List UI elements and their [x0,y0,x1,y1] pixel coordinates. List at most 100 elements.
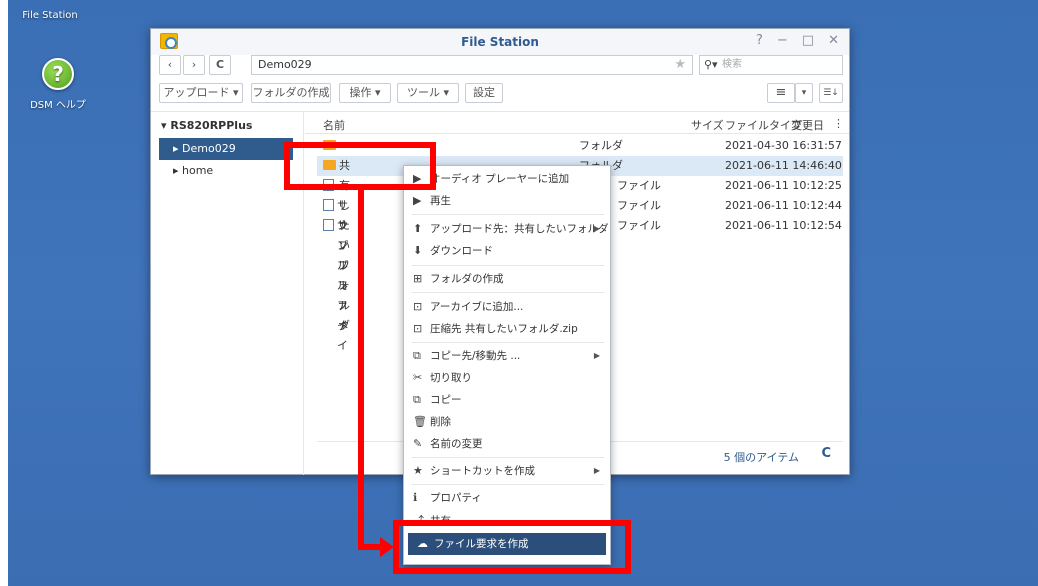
menu-label: オーディオ プレーヤーに追加 [430,173,570,185]
menu-item-delete[interactable]: 🗑 削除 [404,411,610,433]
annotation-box-folder [284,142,436,190]
scissors-icon: ✂ [413,371,423,384]
forward-button[interactable]: › [183,55,205,75]
menu-label: アーカイブに追加... [430,301,524,313]
search-icon[interactable]: ⚲▾ [704,56,718,74]
action-button[interactable]: 操作 ▾ [339,83,391,103]
row-modified: 2021-06-11 10:12:44 [725,199,842,212]
star-icon: ★ [413,464,423,477]
menu-item-copy[interactable]: ⧉ コピー [404,389,610,411]
window-controls: ? − □ ✕ [756,33,839,48]
menu-label: 再生 [430,195,451,207]
submenu-arrow-icon: ▶ [593,224,600,233]
folder-tree: ▾ RS820RPPlus ▸ Demo029 ▸ home [151,112,304,475]
menu-item-upload-to[interactable]: ⬆ アップロード先：共有したいフォルダ ▶ [404,218,610,240]
search-input[interactable]: ⚲▾ 検索 [699,55,843,75]
search-placeholder: 検索 [722,59,742,70]
menu-item-create-folder[interactable]: ⊞ フォルダの作成 [404,268,610,290]
menu-label: プロパティ [430,492,482,504]
menu-divider [412,484,604,485]
menu-label: ダウンロード [430,245,493,257]
menu-divider [412,265,604,266]
settings-button[interactable]: 設定 [465,83,503,103]
menu-item-play[interactable]: ▶ 再生 [404,190,610,212]
favorite-star-icon[interactable]: ★ [674,56,686,74]
list-header: 名前 サイズ ファイルタイプ 変更日 ⋮ [305,112,849,134]
menu-label: 名前の変更 [430,438,483,450]
file-station-shortcut-label: File Station [22,10,78,21]
column-name[interactable]: 名前 [323,117,345,133]
menu-item-properties[interactable]: ℹ プロパティ [404,487,610,509]
refresh-button[interactable]: C [209,55,231,75]
info-icon: ℹ [413,491,418,504]
path-field[interactable]: Demo029 ★ [251,55,693,75]
create-folder-button[interactable]: フォルダの作成 [251,83,331,103]
sort-button[interactable]: ☰↓ [819,83,843,103]
tree-root-server[interactable]: ▾ RS820RPPlus [161,119,252,132]
menu-label: コピー先/移動先 ... [430,350,521,362]
menu-label: アップロード先：共有したいフォルダ [430,223,609,235]
row-type: ファイル [617,199,661,212]
menu-label: 削除 [430,416,451,428]
annotation-arrow-icon [380,537,394,557]
help-button[interactable]: ? [756,33,763,48]
help-icon: ? [42,58,74,90]
copy-icon: ⧉ [413,393,421,406]
download-icon: ⬇ [413,244,423,257]
maximize-button[interactable]: □ [802,33,814,48]
minimize-button[interactable]: − [777,33,788,48]
trash-icon: 🗑 [413,415,427,428]
row-modified: 2021-06-11 10:12:25 [725,179,842,192]
archive-icon: ⊡ [413,300,423,313]
row-modified: 2021-06-11 10:12:54 [725,219,842,232]
row-type: ファイル [617,179,661,192]
upload-button[interactable]: アップロード ▾ [159,83,243,103]
tree-item-demo029[interactable]: ▸ Demo029 [159,138,293,160]
column-size[interactable]: サイズ [691,117,724,133]
menu-item-create-shortcut[interactable]: ★ ショートカットを作成 ▶ [404,460,610,482]
menu-item-copy-move-to[interactable]: ⧉ コピー先/移動先 ... ▶ [404,345,610,367]
menu-divider [412,457,604,458]
menu-label: 圧縮先 共有したいフォルダ.zip [430,323,578,335]
column-options[interactable]: ⋮ [833,117,844,130]
menu-label: コピー [430,394,462,406]
tree-item-home[interactable]: ▸ home [159,160,293,182]
navigation-bar: ‹ › C Demo029 ★ ⚲▾ 検索 [159,55,843,77]
pencil-icon: ✎ [413,437,423,450]
refresh-icon[interactable]: C [821,446,831,461]
context-menu: ▶ オーディオ プレーヤーに追加 ▶ 再生 ⬆ アップロード先：共有したいフォルダ ▶ … [403,165,611,565]
menu-item-add-to-archive[interactable]: ⊡ アーカイブに追加... [404,296,610,318]
window-titlebar[interactable]: File Station ? − □ ✕ [151,29,849,55]
menu-item-cut[interactable]: ✂ 切り取り [404,367,610,389]
annotation-box-file-request [393,520,631,574]
menu-divider [412,214,604,215]
menu-item-compress-to-zip[interactable]: ⊡ 圧縮先 共有したいフォルダ.zip [404,318,610,340]
menu-divider [412,292,604,293]
add-folder-icon: ⊞ [413,272,423,285]
tools-button[interactable]: ツール ▾ [397,83,459,103]
close-button[interactable]: ✕ [828,33,839,48]
dsm-help-label: DSM ヘルプ [30,100,86,111]
desktop-dsm-help-shortcut[interactable]: ? DSM ヘルプ [18,58,98,111]
row-modified: 2021-04-30 16:31:57 [725,139,842,152]
view-dropdown-button[interactable]: ▾ [795,83,813,103]
menu-item-download[interactable]: ⬇ ダウンロード [404,240,610,262]
submenu-arrow-icon: ▶ [593,351,600,360]
row-type: フォルダ [579,139,623,152]
row-modified: 2021-06-11 14:46:40 [725,159,842,172]
view-list-button[interactable]: ≡ [767,83,795,103]
annotation-connector-vertical [358,190,364,550]
archive-icon: ⊡ [413,322,423,335]
submenu-arrow-icon: ▶ [593,466,600,475]
desktop-file-station-shortcut[interactable]: File Station [10,0,90,21]
menu-divider [412,342,604,343]
back-button[interactable]: ‹ [159,55,181,75]
menu-label: 切り取り [430,372,472,384]
menu-label: ショートカットを作成 [430,465,535,477]
menu-item-rename[interactable]: ✎ 名前の変更 [404,433,610,455]
play-icon: ▶ [413,194,422,207]
row-name: サンプルファイ [337,219,348,352]
item-count: 5 個のアイテム [723,451,799,464]
column-modified[interactable]: 変更日 [791,117,824,133]
menu-label: フォルダの作成 [430,273,504,285]
